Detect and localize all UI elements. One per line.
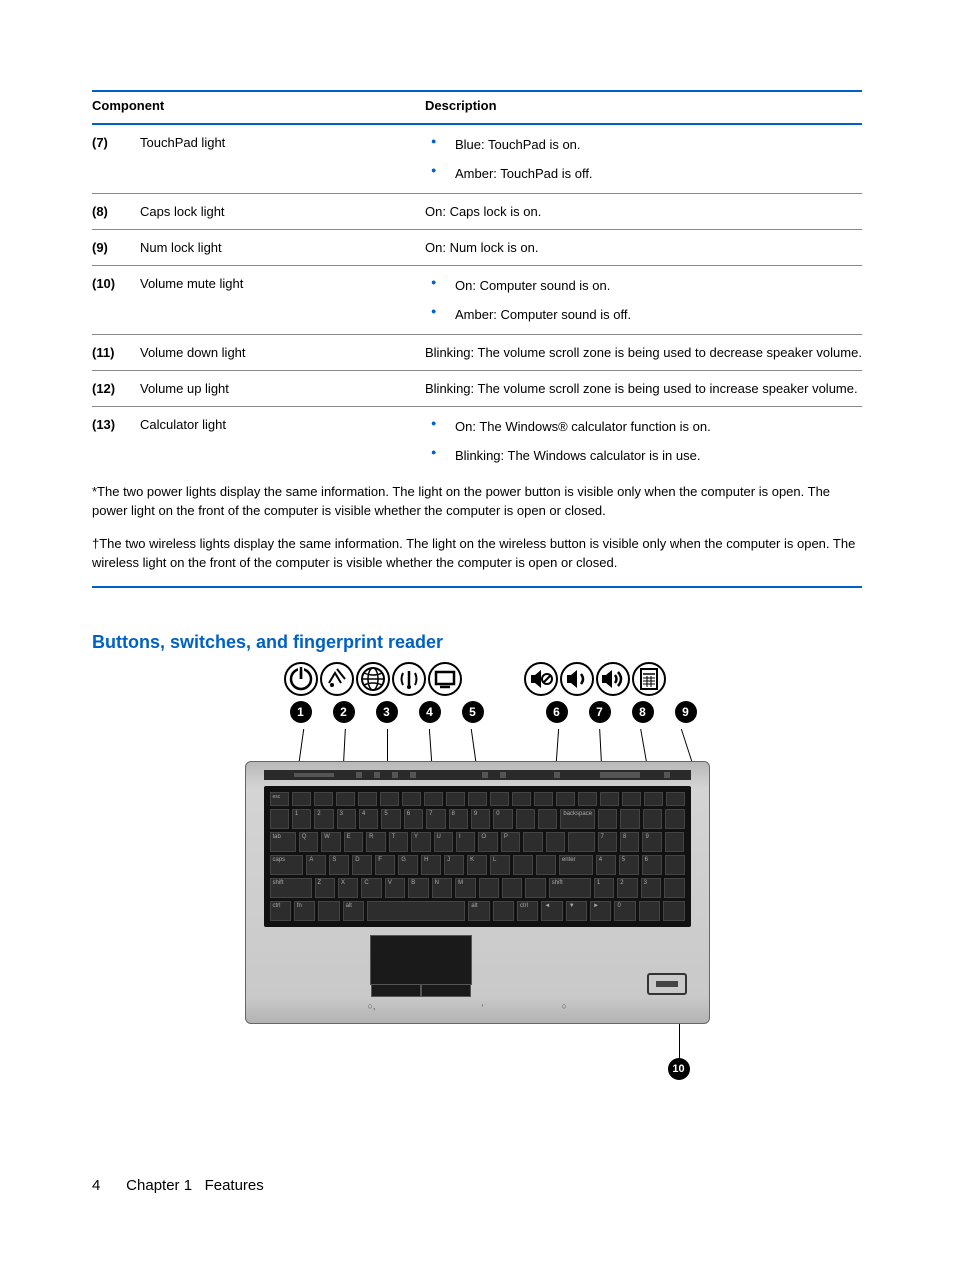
power-icon xyxy=(283,661,319,697)
callout-4: 4 xyxy=(419,701,441,723)
callout-9: 9 xyxy=(675,701,697,723)
callout-1: 1 xyxy=(290,701,312,723)
callout-10: 10 xyxy=(668,1058,690,1080)
callout-7: 7 xyxy=(589,701,611,723)
table-row: (9) Num lock light On: Num lock is on. xyxy=(92,230,862,266)
info-icon xyxy=(319,661,355,697)
header-component: Component xyxy=(92,91,425,124)
presentation-icon xyxy=(427,661,463,697)
volume-up-icon xyxy=(595,661,631,697)
table-row: (7) TouchPad light Blue: TouchPad is on.… xyxy=(92,124,862,194)
keyboard-illustration: esc 1234 56789 0backspace tabQWER TYUIO xyxy=(264,786,691,927)
globe-icon xyxy=(355,661,391,697)
header-description: Description xyxy=(425,91,862,124)
laptop-buttons-diagram: 1 2 3 4 5 6 7 8 9 xyxy=(245,661,710,1080)
table-row: (10) Volume mute light On: Computer soun… xyxy=(92,266,862,335)
calculator-icon xyxy=(631,661,667,697)
footnote-power-lights: *The two power lights display the same i… xyxy=(92,483,862,521)
wireless-icon xyxy=(391,661,427,697)
volume-mute-icon xyxy=(523,661,559,697)
callout-3: 3 xyxy=(376,701,398,723)
volume-down-icon xyxy=(559,661,595,697)
callout-6: 6 xyxy=(546,701,568,723)
chapter-title: Features xyxy=(205,1177,264,1194)
table-row: (13) Calculator light On: The Windows® c… xyxy=(92,407,862,476)
component-description-table: Component Description (7) TouchPad light… xyxy=(92,90,862,475)
callout-2: 2 xyxy=(333,701,355,723)
table-footnotes: *The two power lights display the same i… xyxy=(92,475,862,588)
table-row: (8) Caps lock light On: Caps lock is on. xyxy=(92,194,862,230)
page-footer: 4 Chapter 1 Features xyxy=(92,1177,264,1194)
callout-8: 8 xyxy=(632,701,654,723)
table-row: (11) Volume down light Blinking: The vol… xyxy=(92,335,862,371)
touchpad-illustration xyxy=(370,935,472,985)
section-heading: Buttons, switches, and fingerprint reade… xyxy=(92,632,862,653)
laptop-top-view: esc 1234 56789 0backspace tabQWER TYUIO xyxy=(245,761,710,1024)
table-row: (12) Volume up light Blinking: The volum… xyxy=(92,371,862,407)
fingerprint-reader-illustration xyxy=(647,973,687,995)
footnote-wireless-lights: †The two wireless lights display the sam… xyxy=(92,535,862,573)
page-number: 4 xyxy=(92,1177,122,1194)
chapter-label: Chapter 1 xyxy=(126,1177,192,1194)
callout-5: 5 xyxy=(462,701,484,723)
